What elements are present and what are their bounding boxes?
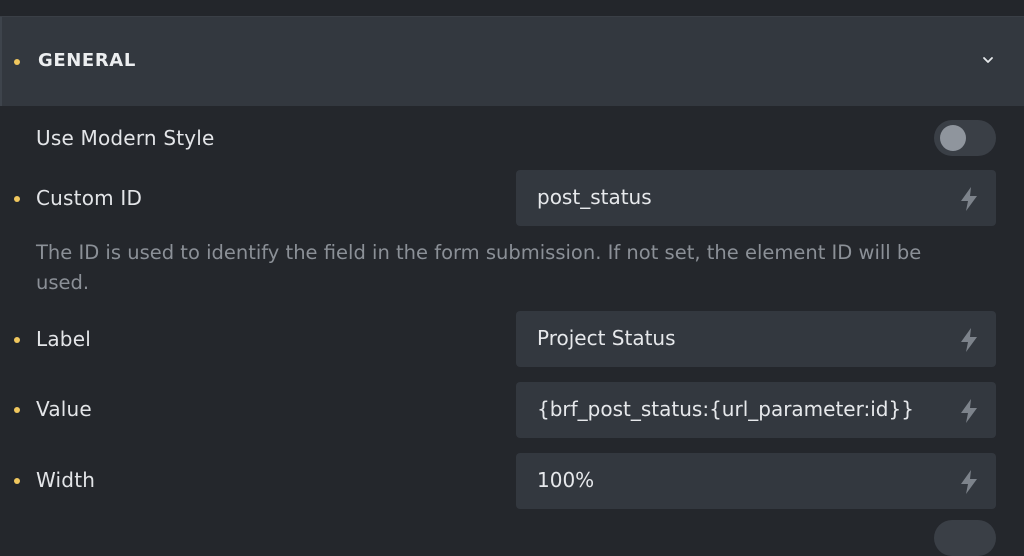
width-value[interactable]: 100% xyxy=(537,468,594,492)
top-bar xyxy=(0,0,1024,17)
custom-id-helper-text: The ID is used to identify the field in … xyxy=(36,241,922,294)
toggle-knob xyxy=(940,125,966,151)
width-field[interactable]: 100% xyxy=(516,453,996,509)
bolt-icon[interactable] xyxy=(958,469,980,495)
section-indicator-dot xyxy=(14,59,20,65)
custom-id-field[interactable]: post_status xyxy=(516,170,996,226)
chevron-down-icon[interactable] xyxy=(979,51,997,69)
label-value[interactable]: Project Status xyxy=(537,326,676,350)
custom-id-indicator-dot xyxy=(14,196,20,202)
value-label: Value xyxy=(36,397,92,421)
width-indicator-dot xyxy=(14,478,20,484)
custom-id-value[interactable]: post_status xyxy=(537,185,652,209)
label-label: Label xyxy=(36,327,91,351)
value-field[interactable]: {brf_post_status:{url_parameter:id}} xyxy=(516,382,996,438)
modern-style-toggle[interactable] xyxy=(934,120,996,156)
width-label: Width xyxy=(36,468,96,492)
label-indicator-dot xyxy=(14,337,20,343)
bolt-icon[interactable] xyxy=(958,398,980,424)
value-indicator-dot xyxy=(14,407,20,413)
modern-style-label: Use Modern Style xyxy=(36,126,215,150)
custom-id-label: Custom ID xyxy=(36,186,143,210)
next-toggle-partial[interactable] xyxy=(934,520,996,556)
section-title: GENERAL xyxy=(38,50,136,71)
value-value[interactable]: {brf_post_status:{url_parameter:id}} xyxy=(537,397,914,421)
bolt-icon[interactable] xyxy=(958,186,980,212)
section-header-general[interactable]: GENERAL xyxy=(0,17,1024,106)
label-field[interactable]: Project Status xyxy=(516,311,996,367)
bolt-icon[interactable] xyxy=(958,327,980,353)
